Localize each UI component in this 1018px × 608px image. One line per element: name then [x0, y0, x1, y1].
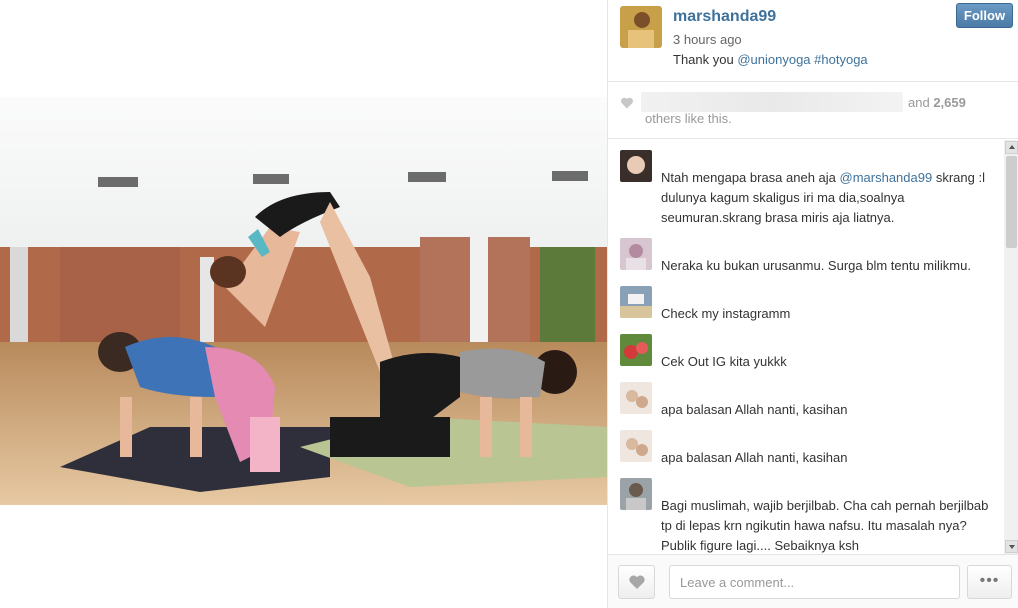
- follow-button[interactable]: Follow: [956, 3, 1013, 28]
- comment-text: Cek Out IG kita yukkk: [661, 354, 787, 369]
- comment-body: Ntah mengapa brasa aneh aja: [661, 170, 840, 185]
- comment-input[interactable]: [669, 565, 960, 599]
- comment-text: apa balasan Allah nanti, kasihan: [661, 402, 848, 417]
- comments-list[interactable]: Ntah mengapa brasa aneh aja @marshanda99…: [608, 140, 1018, 554]
- caption-mention-link[interactable]: @unionyoga: [737, 52, 810, 67]
- post-photo[interactable]: [0, 97, 608, 505]
- post-caption: Thank you @unionyoga #hotyoga: [673, 52, 868, 67]
- likers-list[interactable]: [641, 92, 903, 112]
- scrollbar-thumb[interactable]: [1006, 156, 1017, 248]
- like-count[interactable]: and 2,659: [908, 95, 966, 110]
- comment-text: apa balasan Allah nanti, kasihan: [661, 450, 848, 465]
- comment-mention-link[interactable]: @marshanda99: [840, 170, 933, 185]
- media-area: [0, 0, 608, 608]
- caption-hashtag-link[interactable]: #hotyoga: [814, 52, 868, 67]
- comment-avatar[interactable]: [620, 430, 652, 462]
- likes-others-text: others like this.: [645, 111, 732, 126]
- comment-avatar[interactable]: [620, 478, 652, 510]
- username-link[interactable]: marshanda99: [673, 8, 776, 26]
- comment-text: Bagi muslimah, wajib berjilbab. Cha cah …: [661, 498, 989, 553]
- post-side-panel: marshanda99 3 hours ago Thank you @union…: [607, 0, 1018, 608]
- scroll-down-arrow-icon[interactable]: [1005, 540, 1018, 553]
- post-timestamp[interactable]: 3 hours ago: [673, 32, 742, 47]
- scroll-up-arrow-icon[interactable]: [1005, 141, 1018, 154]
- comments-scrollbar[interactable]: [1004, 140, 1018, 554]
- comment-avatar[interactable]: [620, 382, 652, 414]
- comment-avatar[interactable]: [620, 150, 652, 182]
- comment-avatar[interactable]: [620, 286, 652, 318]
- comment-avatar[interactable]: [620, 334, 652, 366]
- like-button[interactable]: [618, 565, 655, 599]
- like-count-number: 2,659: [933, 95, 966, 110]
- more-options-button[interactable]: •••: [967, 565, 1012, 599]
- comment-footer: •••: [608, 554, 1018, 608]
- like-and-text: and: [908, 95, 930, 110]
- instagram-post-view: marshanda99 3 hours ago Thank you @union…: [0, 0, 1018, 608]
- caption-text: Thank you: [673, 52, 738, 67]
- comment-avatar[interactable]: [620, 238, 652, 270]
- comment-text: Neraka ku bukan urusanmu. Surga blm tent…: [661, 258, 971, 273]
- post-header: marshanda99 3 hours ago Thank you @union…: [608, 0, 1018, 82]
- comment-text: Ntah mengapa brasa aneh aja @marshanda99…: [661, 150, 996, 225]
- comment-text: Check my instagramm: [661, 306, 791, 321]
- avatar[interactable]: [620, 6, 662, 48]
- likes-section: and 2,659 others like this.: [608, 82, 1018, 139]
- heart-icon: [629, 575, 645, 589]
- heart-icon: [621, 97, 633, 109]
- avatar-image: [620, 6, 662, 48]
- yoga-photo-image: [0, 97, 608, 505]
